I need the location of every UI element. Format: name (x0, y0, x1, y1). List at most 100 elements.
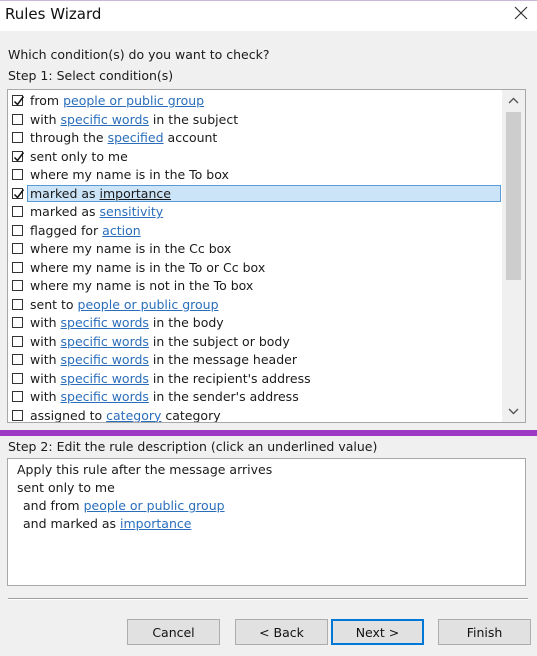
rule-description-line: sent only to me (17, 480, 115, 495)
condition-label: with specific words in the message heade… (30, 351, 297, 369)
condition-row[interactable]: with specific words in the recipient's a… (8, 370, 503, 388)
step2-label: Step 2: Edit the rule description (click… (8, 439, 378, 454)
text-segment: sent to (30, 296, 78, 312)
condition-row[interactable]: with specific words in the sender's addr… (8, 388, 503, 406)
condition-checkbox[interactable] (12, 150, 25, 162)
condition-value-link[interactable]: action (102, 223, 140, 238)
condition-label: marked as sensitivity (30, 203, 163, 221)
text-segment: with (30, 389, 61, 404)
condition-label: with specific words in the subject (30, 111, 238, 129)
condition-label: where my name is in the To or Cc box (30, 259, 265, 277)
text-segment: Apply this rule after the message arrive… (17, 462, 273, 477)
condition-value-link[interactable]: specific words (61, 315, 149, 330)
condition-row[interactable]: assigned to category category (8, 407, 503, 423)
checkmark-icon (13, 188, 25, 199)
condition-value-link[interactable]: importance (100, 186, 171, 201)
condition-checkbox[interactable] (12, 317, 23, 328)
condition-checkbox[interactable] (12, 187, 25, 199)
condition-row[interactable]: through the specified account (8, 129, 503, 147)
condition-prompt: Which condition(s) do you want to check? (8, 47, 270, 62)
condition-list-scrollbar[interactable] (502, 90, 525, 422)
condition-checkbox[interactable] (12, 280, 23, 291)
scroll-thumb[interactable] (506, 112, 521, 280)
condition-row[interactable]: sent only to me (8, 148, 503, 166)
condition-row[interactable]: from people or public group (8, 92, 503, 110)
condition-label: with specific words in the sender's addr… (30, 388, 299, 406)
close-icon[interactable] (511, 3, 531, 23)
condition-label: flagged for action (30, 222, 141, 240)
condition-value-link[interactable]: people or public group (78, 297, 219, 312)
condition-row[interactable]: where my name is in the To box (8, 166, 503, 184)
text-segment: in the subject (148, 111, 239, 127)
condition-row[interactable]: marked as sensitivity (8, 203, 503, 221)
condition-label: marked as importance (30, 185, 171, 203)
condition-label: where my name is in the To box (30, 166, 229, 184)
condition-value-link[interactable]: specified (108, 130, 164, 145)
text-segment: sent only to me (30, 148, 128, 164)
back-button[interactable]: < Back (235, 619, 328, 645)
rule-description-box: Apply this rule after the message arrive… (7, 458, 526, 586)
condition-value-link[interactable]: people or public group (84, 498, 225, 513)
condition-row[interactable]: marked as importance (8, 184, 503, 203)
condition-checkbox[interactable] (12, 132, 23, 143)
condition-value-link[interactable]: specific words (61, 334, 149, 349)
text-segment: flagged for (30, 222, 103, 238)
text-segment: in the sender's address (148, 389, 299, 404)
text-segment: with (30, 315, 61, 330)
finish-button[interactable]: Finish (438, 619, 531, 645)
condition-row[interactable]: with specific words in the subject or bo… (8, 333, 503, 351)
text-segment: marked as (30, 204, 100, 219)
condition-label: from people or public group (30, 92, 204, 110)
condition-checkbox[interactable] (12, 113, 23, 125)
text-segment: where my name is in the To or Cc box (30, 259, 266, 275)
condition-label: sent only to me (30, 148, 128, 166)
condition-checkbox[interactable] (12, 261, 23, 273)
text-segment: where my name is in the To box (30, 167, 229, 182)
condition-value-link[interactable]: importance (120, 516, 191, 531)
condition-checkbox[interactable] (12, 206, 23, 217)
condition-value-link[interactable]: specific words (61, 112, 149, 127)
condition-row[interactable]: with specific words in the message heade… (8, 351, 503, 369)
condition-label: where my name is in the Cc box (30, 240, 231, 258)
condition-checkbox[interactable] (12, 298, 23, 310)
condition-value-link[interactable]: people or public group (63, 93, 204, 108)
condition-row[interactable]: with specific words in the subject (8, 111, 503, 129)
text-segment: where my name is not in the To box (30, 278, 254, 293)
checkmark-icon (13, 96, 25, 106)
step1-label: Step 1: Select condition(s) (8, 68, 174, 83)
text-segment: with (30, 370, 61, 386)
condition-row[interactable]: where my name is in the Cc box (8, 240, 503, 258)
condition-value-link[interactable]: specific words (61, 352, 149, 367)
condition-list[interactable]: assigned to category category with specif… (7, 89, 526, 423)
condition-label: through the specified account (30, 129, 217, 147)
condition-value-link[interactable]: specific words (61, 371, 149, 386)
text-segment: in the subject or body (148, 333, 290, 349)
next-button[interactable]: Next > (331, 619, 424, 645)
condition-value-link[interactable]: category (106, 408, 161, 423)
condition-checkbox[interactable] (12, 224, 23, 236)
condition-checkbox[interactable] (12, 95, 25, 106)
condition-checkbox[interactable] (12, 409, 23, 421)
condition-row[interactable]: where my name is not in the To box (8, 277, 503, 295)
condition-row[interactable]: flagged for action (8, 222, 503, 240)
condition-checkbox[interactable] (12, 391, 23, 402)
condition-checkbox[interactable] (12, 372, 23, 384)
rule-description-line: and marked as importance (23, 516, 191, 531)
text-segment: from (30, 93, 64, 108)
condition-value-link[interactable]: sensitivity (100, 204, 164, 219)
cancel-button[interactable]: Cancel (127, 619, 220, 645)
condition-row[interactable]: sent to people or public group (8, 296, 503, 314)
condition-checkbox[interactable] (12, 169, 23, 180)
scroll-up-arrow-icon[interactable] (506, 93, 521, 109)
condition-checkbox[interactable] (12, 335, 23, 347)
condition-row[interactable]: with specific words in the body (8, 314, 503, 332)
text-segment: and from (23, 498, 84, 513)
text-segment: assigned to (30, 407, 107, 423)
condition-label: with specific words in the body (30, 314, 224, 332)
condition-checkbox[interactable] (12, 354, 23, 365)
scroll-down-arrow-icon[interactable] (506, 403, 521, 419)
condition-value-link[interactable]: specific words (61, 389, 149, 404)
condition-checkbox[interactable] (12, 243, 23, 254)
condition-row[interactable]: where my name is in the To or Cc box (8, 259, 503, 277)
text-segment: through the (30, 130, 108, 145)
